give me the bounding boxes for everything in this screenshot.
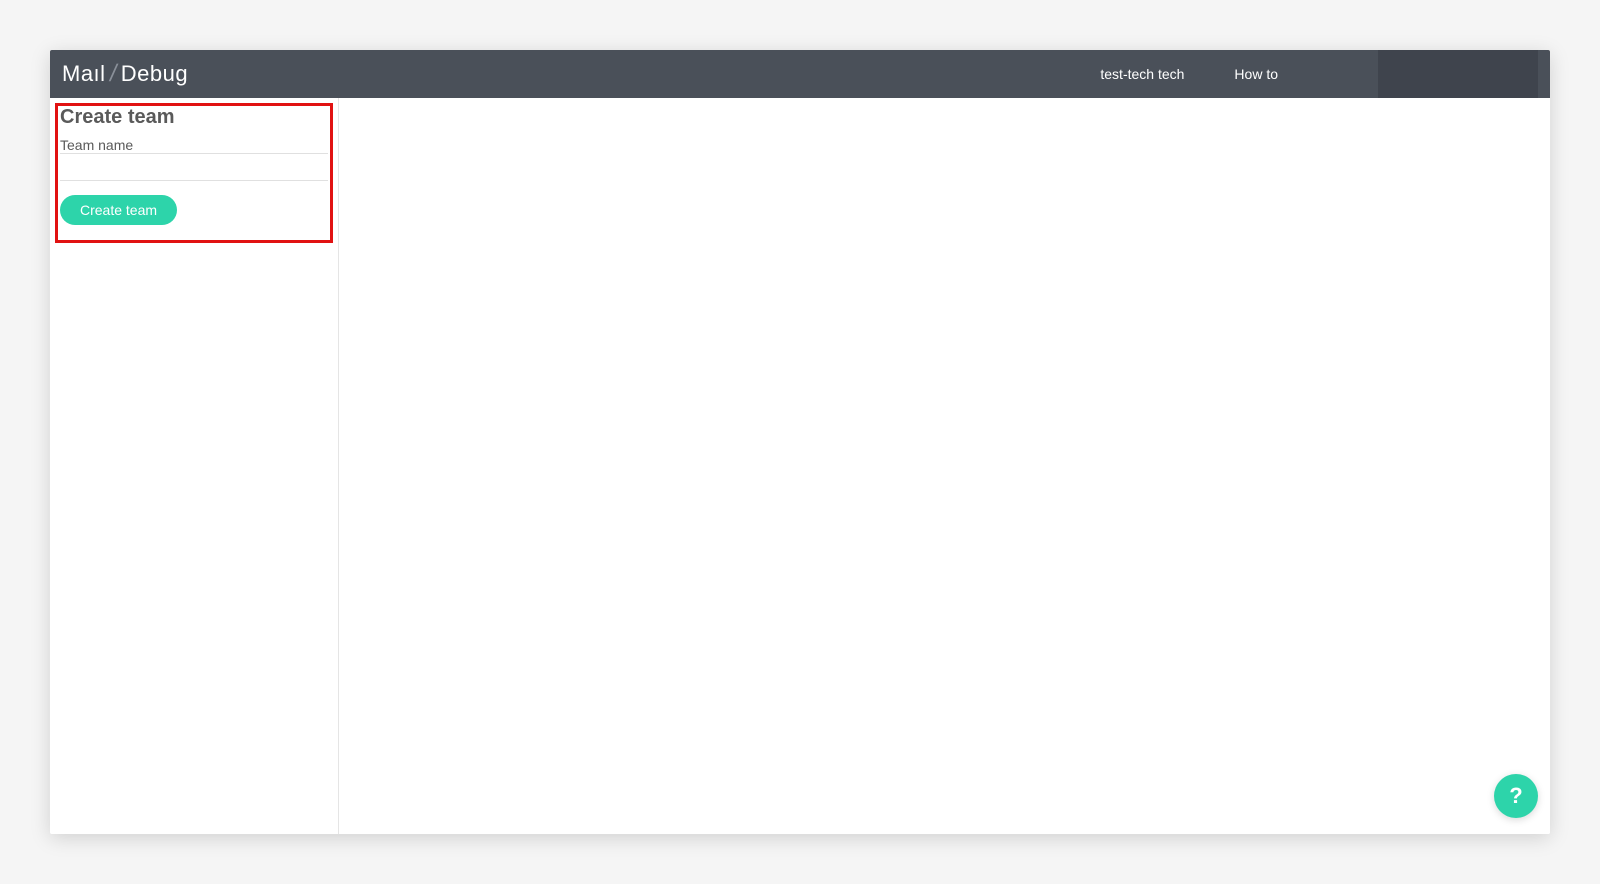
app-header: Maıl / Debug test-tech tech How to xyxy=(50,50,1550,98)
main-content xyxy=(339,98,1550,834)
app-window: Maıl / Debug test-tech tech How to Creat… xyxy=(50,50,1550,834)
logo-slash-icon: / xyxy=(107,60,119,88)
header-right: test-tech tech How to xyxy=(1100,50,1538,98)
panel-title: Create team xyxy=(60,106,328,129)
app-logo[interactable]: Maıl / Debug xyxy=(62,60,188,88)
user-menu[interactable]: test-tech tech xyxy=(1100,66,1184,82)
team-name-input[interactable] xyxy=(60,153,328,181)
header-spacer xyxy=(1378,50,1538,98)
team-name-label: Team name xyxy=(60,137,328,153)
logo-text-debug: Debug xyxy=(121,61,188,87)
help-fab[interactable]: ? xyxy=(1494,774,1538,818)
create-team-button[interactable]: Create team xyxy=(60,195,177,225)
question-icon: ? xyxy=(1509,783,1522,809)
sidebar: Create team Team name Create team xyxy=(50,98,339,834)
howto-link[interactable]: How to xyxy=(1234,66,1278,82)
content-area: Create team Team name Create team ? xyxy=(50,98,1550,834)
create-team-panel: Create team Team name Create team xyxy=(50,98,338,233)
logo-text-mail: Maıl xyxy=(62,61,106,87)
